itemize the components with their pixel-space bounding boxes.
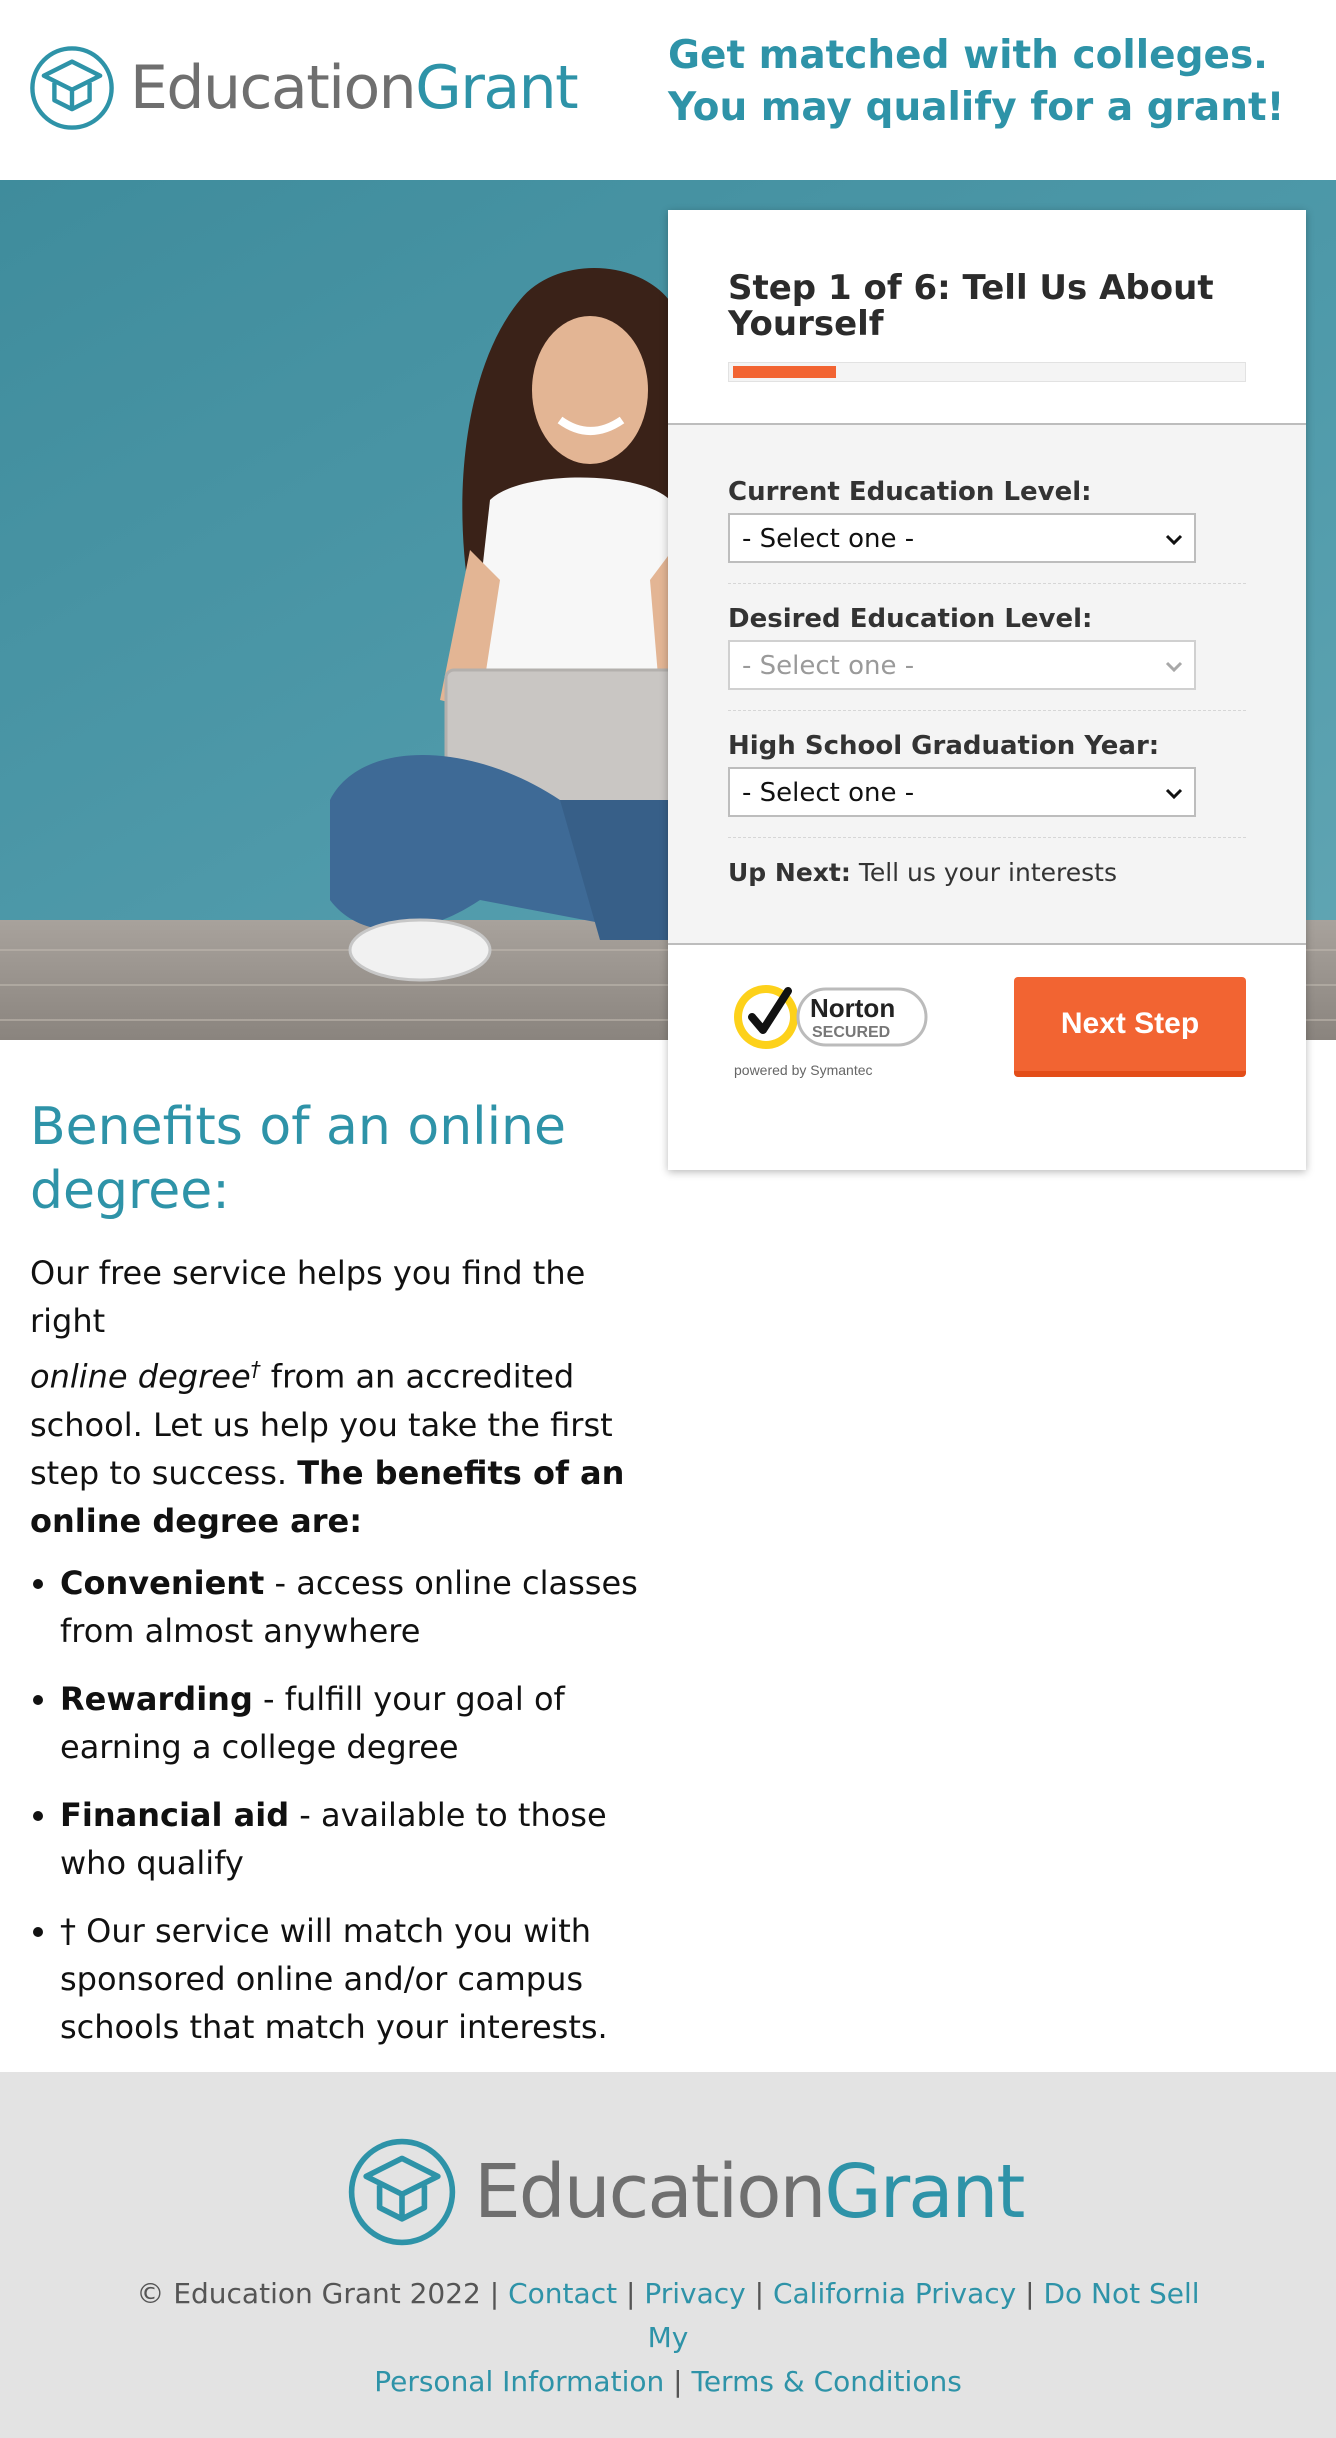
benefits-intro: Our free service helps you find the righ… xyxy=(30,1249,650,1545)
benefit-disclaimer: † Our service will match you with sponso… xyxy=(60,1911,608,2046)
up-next-label: Up Next: xyxy=(728,858,851,887)
footer-logo-wordmark: EducationGrant xyxy=(474,2155,1025,2229)
select-current-education[interactable]: - Select one - xyxy=(728,513,1196,563)
privacy-link[interactable]: Privacy xyxy=(644,2277,745,2310)
site-logo[interactable]: EducationGrant xyxy=(28,44,579,132)
tagline-line-2: You may qualify for a grant! xyxy=(668,85,1285,130)
chevron-down-icon xyxy=(1165,661,1183,673)
select-graduation-year[interactable]: - Select one - xyxy=(728,767,1196,817)
california-privacy-link[interactable]: California Privacy xyxy=(773,2277,1016,2310)
select-desired-education-value: - Select one - xyxy=(742,651,915,681)
benefit-title: Financial aid xyxy=(60,1795,290,1834)
form-step-title: Step 1 of 6: Tell Us About Yourself xyxy=(728,268,1214,344)
benefits-heading-line-2: degree: xyxy=(30,1161,230,1221)
contact-link[interactable]: Contact xyxy=(508,2277,617,2310)
tagline-line-1: Get matched with colleges. xyxy=(668,33,1268,78)
header-tagline: Get matched with colleges. You may quali… xyxy=(668,30,1318,134)
separator: | xyxy=(489,2277,500,2310)
graduation-cap-logo-icon xyxy=(30,46,114,130)
list-item: Rewarding - fulfill your goal of earning… xyxy=(60,1675,650,1771)
lead-form-card: Step 1 of 6: Tell Us About Yourself Curr… xyxy=(668,210,1306,1170)
separator: | xyxy=(673,2365,683,2398)
footer-logo-text-education: Education xyxy=(474,2149,826,2235)
footer-links: © Education Grant 2022 | Contact | Priva… xyxy=(120,2272,1216,2404)
list-item: Convenient - access online classes from … xyxy=(60,1559,650,1655)
field-current-education: Current Education Level: - Select one - xyxy=(728,477,1246,584)
intro-online-degree: online degree xyxy=(30,1357,251,1396)
logo-text-grant: Grant xyxy=(415,53,578,123)
intro-part-1: Our free service helps you find the righ… xyxy=(30,1254,586,1340)
field-label-current-education: Current Education Level: xyxy=(728,477,1092,507)
norton-brand-text: Norton xyxy=(810,993,895,1023)
up-next-text: Up Next: Tell us your interests xyxy=(728,858,1246,887)
up-next-description: Tell us your interests xyxy=(858,858,1117,887)
logo-wordmark: EducationGrant xyxy=(130,58,579,118)
footer-logo[interactable]: EducationGrant xyxy=(346,2136,1025,2248)
norton-secured-badge[interactable]: Norton SECURED powered by Symantec xyxy=(726,975,936,1085)
select-graduation-year-value: - Select one - xyxy=(742,778,915,808)
select-desired-education[interactable]: - Select one - xyxy=(728,640,1196,690)
chevron-down-icon xyxy=(1165,534,1183,546)
benefit-title: Rewarding xyxy=(60,1679,253,1718)
benefits-heading-line-1: Benefits of an online xyxy=(30,1097,566,1157)
do-not-sell-link-part-2[interactable]: Personal Information xyxy=(374,2365,664,2398)
intro-dagger: † xyxy=(250,1357,261,1381)
terms-link[interactable]: Terms & Conditions xyxy=(691,2365,961,2398)
progress-bar-fill xyxy=(733,366,837,378)
benefits-section: Benefits of an online degree: Our free s… xyxy=(30,1095,650,2071)
field-desired-education: Desired Education Level: - Select one - xyxy=(728,604,1246,711)
field-graduation-year: High School Graduation Year: - Select on… xyxy=(728,731,1246,838)
norton-powered-text: powered by Symantec xyxy=(734,1062,873,1078)
site-footer: EducationGrant © Education Grant 2022 | … xyxy=(0,2072,1336,2438)
benefit-title: Convenient xyxy=(60,1563,265,1602)
site-header: EducationGrant Get matched with colleges… xyxy=(0,0,1336,180)
benefits-heading: Benefits of an online degree: xyxy=(30,1095,650,1223)
separator: | xyxy=(754,2277,765,2310)
progress-bar xyxy=(728,362,1246,382)
form-footer: Norton SECURED powered by Symantec Next … xyxy=(668,945,1306,1168)
field-label-graduation-year: High School Graduation Year: xyxy=(728,731,1160,761)
form-body: Current Education Level: - Select one - … xyxy=(668,425,1306,945)
chevron-down-icon xyxy=(1165,788,1183,800)
list-item: † Our service will match you with sponso… xyxy=(60,1907,650,2051)
list-item: Financial aid - available to those who q… xyxy=(60,1791,650,1887)
form-header: Step 1 of 6: Tell Us About Yourself xyxy=(668,210,1306,425)
norton-secured-text: SECURED xyxy=(812,1024,890,1041)
separator: | xyxy=(1025,2277,1035,2310)
graduation-cap-logo-icon xyxy=(348,2138,456,2246)
select-current-education-value: - Select one - xyxy=(742,524,915,554)
field-label-desired-education: Desired Education Level: xyxy=(728,604,1093,634)
footer-logo-text-grant: Grant xyxy=(824,2149,1025,2235)
next-step-button[interactable]: Next Step xyxy=(1014,977,1246,1077)
benefits-list: Convenient - access online classes from … xyxy=(30,1559,650,2051)
separator: | xyxy=(625,2277,636,2310)
copyright-text: © Education Grant 2022 xyxy=(136,2277,481,2310)
logo-text-education: Education xyxy=(130,53,417,123)
